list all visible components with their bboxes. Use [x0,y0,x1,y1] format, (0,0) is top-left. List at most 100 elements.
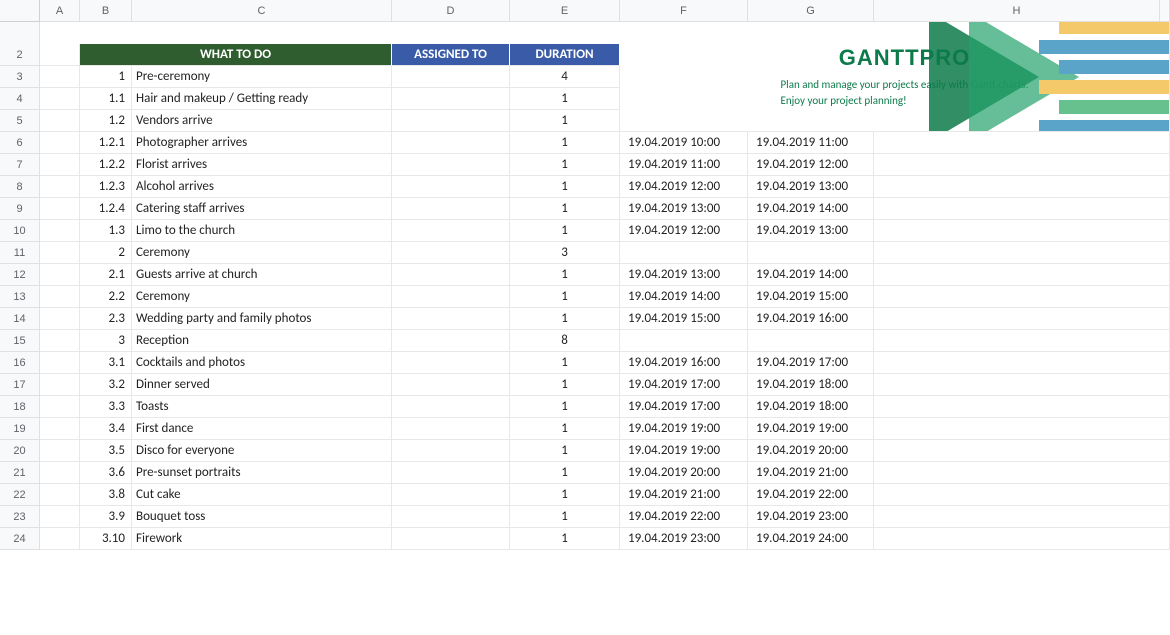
row-header-17[interactable]: 17 [0,374,40,396]
end-date[interactable]: 19.04.2019 13:00 [748,220,874,242]
task-number[interactable]: 1 [80,66,132,88]
end-date[interactable]: 19.04.2019 23:00 [748,506,874,528]
row-header-9[interactable]: 9 [0,198,40,220]
comments[interactable] [874,506,1170,528]
col-header-H[interactable]: H [874,0,1160,22]
task-number[interactable]: 3.4 [80,418,132,440]
task-name[interactable]: Dinner served [132,374,392,396]
task-name[interactable]: Firework [132,528,392,550]
task-name[interactable]: Catering staff arrives [132,198,392,220]
start-date[interactable]: 19.04.2019 13:00 [620,264,748,286]
task-name[interactable]: Disco for everyone [132,440,392,462]
row-header-5[interactable]: 5 [0,110,40,132]
row-header-15[interactable]: 15 [0,330,40,352]
duration[interactable]: 1 [510,462,620,484]
cell-a21[interactable] [40,462,80,484]
task-name[interactable]: Guests arrive at church [132,264,392,286]
start-date[interactable]: 19.04.2019 22:00 [620,506,748,528]
row-header-21[interactable]: 21 [0,462,40,484]
start-date[interactable]: 19.04.2019 16:00 [620,352,748,374]
task-number[interactable]: 3.9 [80,506,132,528]
cell-a8[interactable] [40,176,80,198]
row-header-12[interactable]: 12 [0,264,40,286]
comments[interactable] [874,352,1170,374]
comments[interactable] [874,418,1170,440]
cell-a9[interactable] [40,198,80,220]
cell-a3[interactable] [40,66,80,88]
assigned-to[interactable] [392,396,510,418]
col-header-E[interactable]: E [510,0,620,22]
task-number[interactable]: 1.1 [80,88,132,110]
assigned-to[interactable] [392,308,510,330]
comments[interactable] [874,330,1170,352]
assigned-to[interactable] [392,132,510,154]
end-date[interactable]: 19.04.2019 17:00 [748,352,874,374]
task-name[interactable]: Pre-sunset portraits [132,462,392,484]
comments[interactable] [874,264,1170,286]
comments[interactable] [874,198,1170,220]
duration[interactable]: 1 [510,352,620,374]
cell-a15[interactable] [40,330,80,352]
duration[interactable]: 1 [510,440,620,462]
start-date[interactable]: 19.04.2019 23:00 [620,528,748,550]
row-header-23[interactable]: 23 [0,506,40,528]
duration[interactable]: 1 [510,308,620,330]
duration[interactable]: 1 [510,528,620,550]
task-name[interactable]: Reception [132,330,392,352]
task-name[interactable]: Bouquet toss [132,506,392,528]
task-name[interactable]: Toasts [132,396,392,418]
assigned-to[interactable] [392,242,510,264]
duration[interactable]: 4 [510,66,620,88]
task-number[interactable]: 3.1 [80,352,132,374]
end-date[interactable]: 19.04.2019 12:00 [748,154,874,176]
row-header-24[interactable]: 24 [0,528,40,550]
comments[interactable] [874,374,1170,396]
row-header-20[interactable]: 20 [0,440,40,462]
end-date[interactable]: 19.04.2019 14:00 [748,264,874,286]
cell-a19[interactable] [40,418,80,440]
comments[interactable] [874,242,1170,264]
start-date[interactable]: 19.04.2019 12:00 [620,176,748,198]
task-number[interactable]: 1.2.2 [80,154,132,176]
row-header-11[interactable]: 11 [0,242,40,264]
duration[interactable]: 3 [510,242,620,264]
cell-a6[interactable] [40,132,80,154]
assigned-to[interactable] [392,418,510,440]
assigned-to[interactable] [392,176,510,198]
task-name[interactable]: Cut cake [132,484,392,506]
end-date[interactable]: 19.04.2019 18:00 [748,374,874,396]
duration[interactable]: 1 [510,110,620,132]
end-date[interactable] [748,330,874,352]
task-number[interactable]: 1.2.3 [80,176,132,198]
task-number[interactable]: 1.3 [80,220,132,242]
comments[interactable] [874,462,1170,484]
cell-a13[interactable] [40,286,80,308]
row-header-13[interactable]: 13 [0,286,40,308]
assigned-to[interactable] [392,440,510,462]
end-date[interactable]: 19.04.2019 19:00 [748,418,874,440]
end-date[interactable]: 19.04.2019 16:00 [748,308,874,330]
task-name[interactable]: Hair and makeup / Getting ready [132,88,392,110]
cell-a10[interactable] [40,220,80,242]
duration[interactable]: 1 [510,374,620,396]
duration[interactable]: 1 [510,506,620,528]
assigned-to[interactable] [392,528,510,550]
comments[interactable] [874,528,1170,550]
start-date[interactable]: 19.04.2019 13:00 [620,198,748,220]
row-header-4[interactable]: 4 [0,88,40,110]
assigned-to[interactable] [392,198,510,220]
assigned-to[interactable] [392,330,510,352]
col-header-[interactable] [1160,0,1170,22]
cell-a12[interactable] [40,264,80,286]
start-date[interactable]: 19.04.2019 21:00 [620,484,748,506]
end-date[interactable]: 19.04.2019 13:00 [748,176,874,198]
cell-a20[interactable] [40,440,80,462]
task-number[interactable]: 3.5 [80,440,132,462]
assigned-to[interactable] [392,88,510,110]
row-header-14[interactable]: 14 [0,308,40,330]
col-header-D[interactable]: D [392,0,510,22]
duration[interactable]: 1 [510,286,620,308]
task-number[interactable]: 1.2.1 [80,132,132,154]
spreadsheet-grid[interactable]: ABCDEFGH1WEDDING DAY TIMELINE TEMPLATEGA… [0,0,1170,550]
cell-a16[interactable] [40,352,80,374]
